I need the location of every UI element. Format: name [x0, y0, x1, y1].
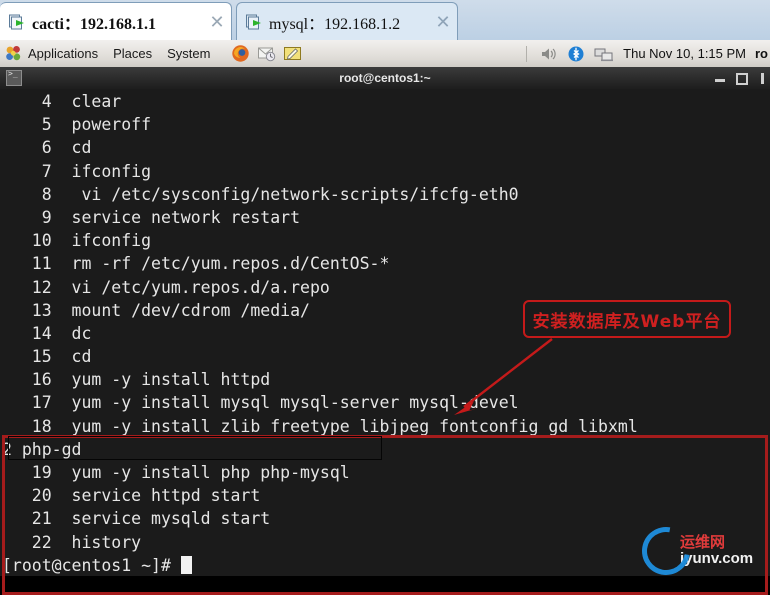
firefox-icon[interactable] — [231, 44, 250, 63]
annotation-note: 安装数据库及Web平台 — [523, 300, 731, 338]
watermark-en: iyunv.com — [680, 550, 754, 567]
terminal-line: 11 rm -rf /etc/yum.repos.d/CentOS-* — [2, 254, 390, 274]
terminal-line: 16 yum -y install httpd — [2, 370, 271, 390]
browser-tab-label: mysql：192.168.1.2 — [269, 15, 401, 33]
terminal-window: root@centos1:~ 4 clear 5 poweroff 6 cd 7… — [0, 67, 770, 595]
terminal-line: 5 poweroff — [2, 115, 152, 135]
applications-menu-icon[interactable] — [5, 45, 22, 62]
system-tray: Thu Nov 10, 1:15 PM ro — [522, 40, 770, 67]
volume-icon[interactable] — [540, 45, 558, 63]
maximize-button[interactable] — [736, 72, 748, 85]
panel-clock[interactable]: Thu Nov 10, 1:15 PM — [623, 46, 746, 61]
terminal-line: 10 ifconfig — [2, 231, 152, 251]
terminal-line: 12 vi /etc/yum.repos.d/a.repo — [2, 277, 330, 297]
text-editor-icon[interactable] — [283, 44, 302, 63]
terminal-line: 17 yum -y install mysql mysql-server mys… — [2, 393, 519, 413]
terminal-line: 19 yum -y install php php-mysql — [2, 463, 350, 482]
watermark-cn: 运维网 — [680, 533, 726, 552]
bluetooth-icon[interactable] — [567, 45, 585, 63]
menu-places[interactable]: Places — [113, 46, 152, 61]
browser-tab-mysql[interactable]: mysql：192.168.1.2 ✕ — [236, 2, 458, 40]
desktop-panel: Applications Places System Thu Nov 10, 1… — [0, 40, 770, 68]
terminal-line: 6 cd — [2, 138, 92, 158]
browser-tab-label: cacti：192.168.1.1 — [32, 15, 156, 33]
tray-separator — [526, 45, 528, 62]
close-icon[interactable]: ✕ — [435, 13, 451, 31]
browser-tab-strip: cacti：192.168.1.1 ✕ mysql：192.168.1.2 ✕ — [0, 0, 770, 40]
close-button[interactable] — [757, 72, 768, 84]
browser-tab-cacti[interactable]: cacti：192.168.1.1 ✕ — [0, 2, 232, 40]
terminal-line: 4 clear — [2, 92, 122, 111]
down-left-arrow-icon — [454, 338, 553, 415]
terminal-line: 2 php-gd — [2, 439, 82, 459]
text-cursor — [180, 555, 192, 574]
minimize-button[interactable] — [715, 73, 726, 84]
close-icon[interactable]: ✕ — [209, 13, 225, 31]
menu-system[interactable]: System — [167, 46, 210, 61]
page-arrow-icon — [245, 13, 263, 31]
terminal-line: 20 service httpd start — [2, 486, 261, 506]
window-title: root@centos1:~ — [339, 71, 431, 85]
terminal-line: 18 yum -y install zlib freetype libjpeg … — [2, 416, 638, 436]
evolution-mail-icon[interactable] — [257, 44, 276, 63]
panel-username[interactable]: ro — [755, 46, 768, 61]
terminal-titlebar[interactable]: root@centos1:~ — [0, 67, 770, 90]
menu-applications[interactable]: Applications — [28, 46, 98, 61]
site-watermark: 运维网 iyunv.com — [632, 517, 768, 585]
shell-prompt: [root@centos1 ~]# — [2, 555, 181, 575]
terminal-line: 8 vi /etc/sysconfig/network-scripts/ifcf… — [2, 184, 519, 204]
network-icon[interactable] — [594, 45, 614, 63]
terminal-line: 15 cd — [2, 347, 92, 367]
terminal-line: 9 service network restart — [2, 207, 301, 227]
page-arrow-icon — [8, 13, 26, 31]
terminal-line: 7 ifconfig — [2, 161, 152, 181]
